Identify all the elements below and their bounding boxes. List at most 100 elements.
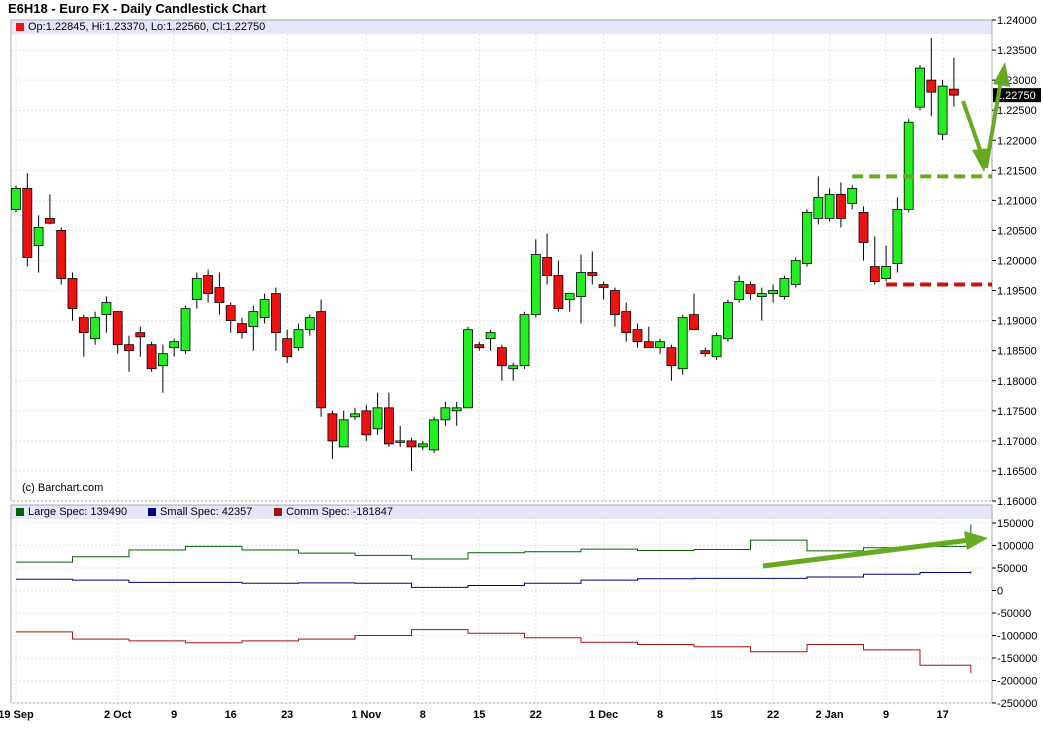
candle-body (350, 413, 360, 418)
candle-body (689, 314, 699, 331)
candle-body (293, 329, 304, 349)
candle-body (135, 332, 146, 338)
candle-body (949, 88, 959, 96)
candle-body (372, 407, 383, 430)
candle-body (903, 121, 914, 210)
candle-body (610, 290, 620, 316)
candle-body (45, 218, 55, 224)
cot-y-tick-label: 50000 (997, 563, 1028, 575)
x-tick-label: 22 (767, 709, 779, 721)
candle-body (225, 305, 236, 322)
candle-body (112, 311, 123, 346)
candle-body (214, 287, 225, 303)
cot-y-tick-label: 100000 (997, 541, 1034, 553)
candle-body (338, 419, 349, 448)
candle-body (180, 308, 191, 352)
cot-y-tick-label: -150000 (997, 653, 1037, 665)
candle-body (621, 311, 632, 334)
x-tick-label: 1 Nov (351, 709, 382, 721)
cot-series-line (16, 629, 972, 674)
up-arrow-head (993, 62, 1010, 87)
cot-y-tick-label: -50000 (997, 608, 1031, 620)
candle-body (101, 302, 112, 316)
cot-panel-frame (10, 504, 993, 704)
candle-body (587, 272, 598, 276)
candle-body (632, 329, 643, 343)
price-y-tick-label: 1.16000 (997, 496, 1037, 508)
candle-body (858, 211, 869, 243)
candle-body (169, 341, 180, 349)
price-y-tick-label: 1.21000 (997, 195, 1037, 207)
candle-body (655, 341, 665, 349)
candle-body (813, 196, 824, 219)
candle-body (383, 407, 394, 445)
chart-canvas: 19 Sep 2 Oct 9 16 23 1 Nov 8 15 22 1 Dec 8 15 22 2 Ja… (0, 15, 1041, 721)
last-price-label: 1.22750 (996, 90, 1036, 102)
candle-body (22, 187, 33, 258)
cot-series-line (16, 571, 972, 588)
cot-y-tick-label: 150000 (997, 518, 1034, 530)
price-y-tick-label: 1.18500 (997, 346, 1037, 358)
x-tick-label: 22 (530, 709, 542, 721)
price-y-tick-label: 1.19500 (997, 286, 1037, 298)
candle-body (90, 317, 100, 340)
x-tick-label: 8 (420, 709, 426, 721)
candle-body (723, 302, 733, 340)
candle-body (146, 344, 157, 370)
candle-body (440, 407, 451, 421)
candle-body (327, 413, 338, 442)
candle-body (576, 272, 586, 297)
candle-body (824, 193, 835, 219)
candle-body (474, 344, 485, 349)
price-y-tick-label: 1.20500 (997, 225, 1037, 237)
cot-y-tick-label: -100000 (997, 631, 1037, 643)
candle-body (847, 187, 858, 204)
candle-body (259, 299, 270, 319)
candle-body (417, 443, 428, 448)
candle-body (892, 208, 903, 264)
candle-body (745, 284, 756, 294)
price-y-tick-label: 1.21500 (997, 165, 1037, 177)
candle-body (56, 230, 67, 279)
candle-body (519, 314, 530, 367)
x-tick-label: 9 (883, 709, 889, 721)
candle-body (124, 344, 134, 352)
candle-body (734, 281, 745, 300)
cot-y-tick-label: -250000 (997, 698, 1037, 710)
price-y-tick-label: 1.24000 (997, 15, 1037, 27)
candle-body (304, 317, 315, 331)
x-tick-label: 23 (281, 709, 293, 721)
candle-body (11, 187, 21, 210)
candle-body (666, 347, 677, 367)
candle-body (768, 290, 778, 294)
price-y-tick-label: 1.23500 (997, 45, 1037, 57)
candle-body (915, 67, 925, 108)
x-tick-label: 2 Oct (104, 709, 132, 721)
candle-body (937, 85, 948, 135)
candle-body (564, 293, 575, 300)
price-y-tick-label: 1.16500 (997, 466, 1037, 478)
candle-body (463, 329, 473, 409)
candle-body (542, 257, 552, 276)
x-tick-label: 1 Dec (589, 709, 618, 721)
candle-body (406, 440, 417, 448)
cot-y-tick-label: -200000 (997, 676, 1037, 688)
candle-body (395, 440, 406, 443)
x-tick-label: 9 (171, 709, 177, 721)
candle-body (78, 317, 89, 334)
candle-body (700, 350, 711, 355)
price-y-tick-label: 1.20000 (997, 256, 1037, 268)
candle-body (191, 278, 202, 300)
candle-body (802, 211, 812, 264)
candle-body (553, 275, 564, 309)
candle-body (756, 293, 767, 297)
candle-body (237, 323, 247, 334)
price-y-tick-label: 1.22000 (997, 135, 1037, 147)
candle-body (270, 293, 281, 334)
candle-body (157, 353, 168, 367)
candle-body (33, 227, 44, 246)
candle-body (836, 193, 846, 219)
candle-body (643, 341, 654, 349)
trend-arrow-shaft (762, 537, 971, 569)
trend-arrow-head (964, 531, 988, 550)
